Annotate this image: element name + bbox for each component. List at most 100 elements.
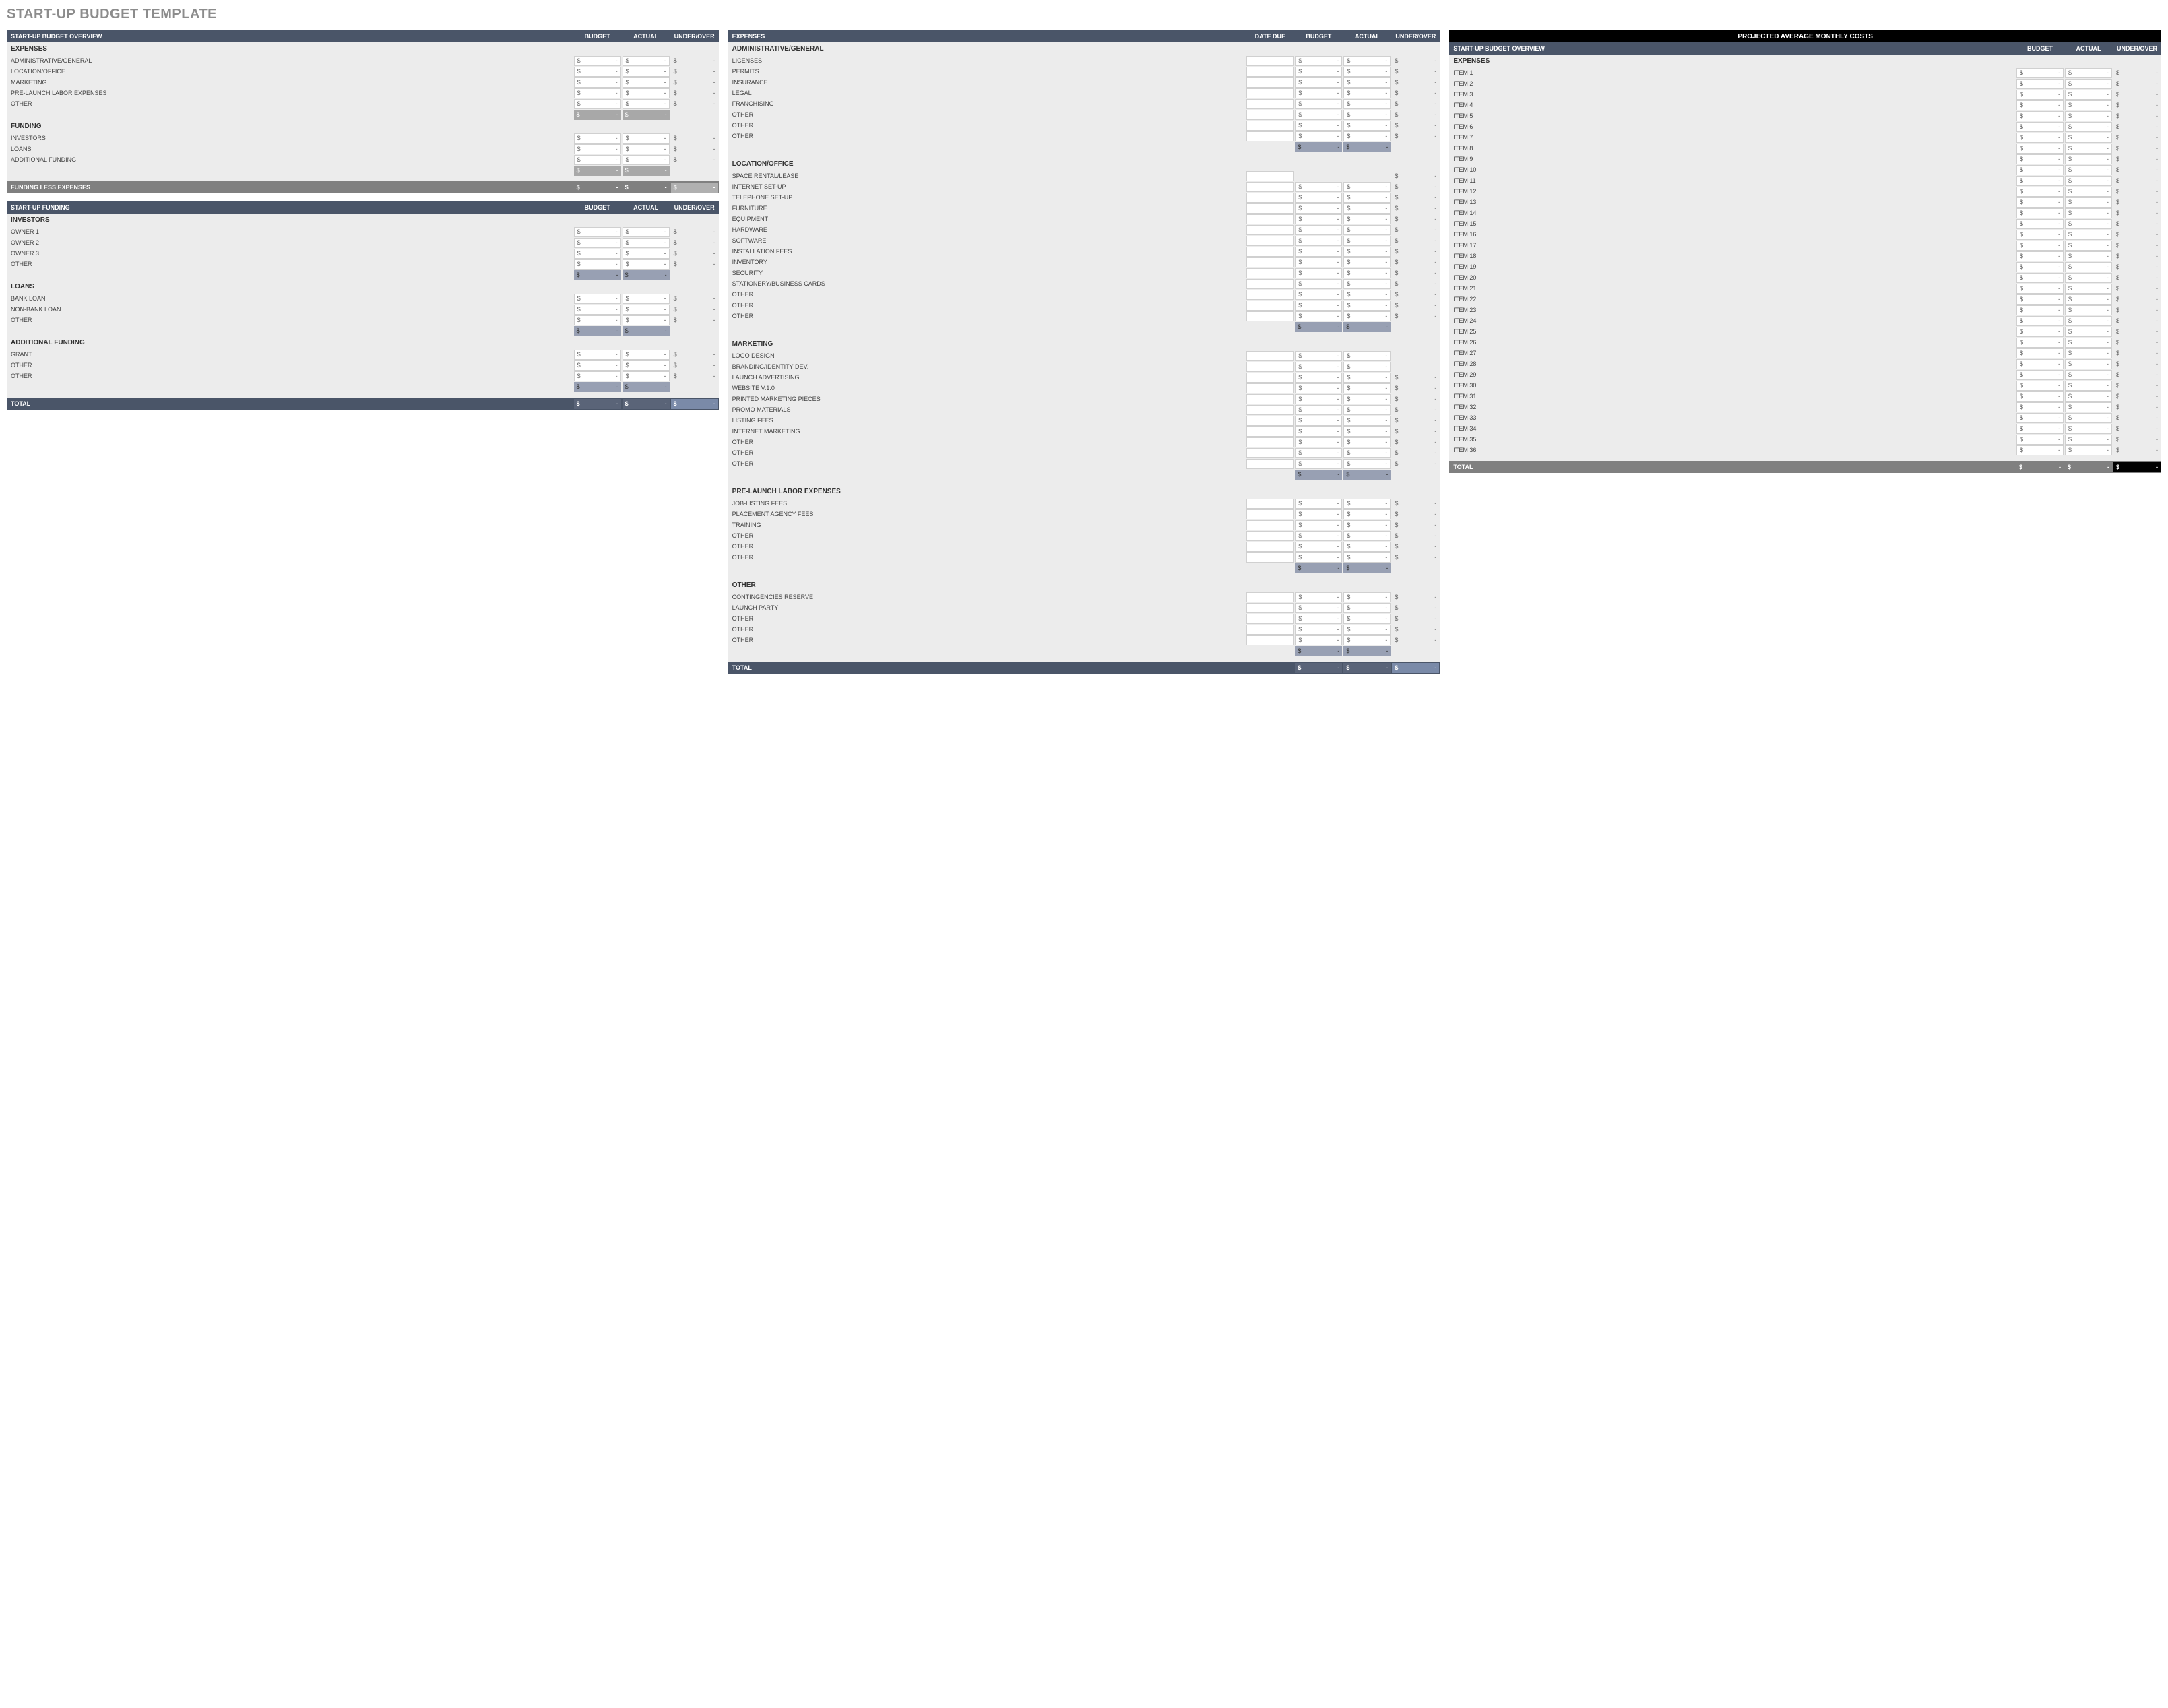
money-cell[interactable]: $- — [2065, 294, 2112, 305]
money-cell[interactable]: $- — [2016, 305, 2064, 315]
money-cell[interactable]: $- — [623, 155, 670, 165]
money-cell[interactable]: $- — [2016, 273, 2064, 283]
money-cell[interactable]: $- — [1295, 203, 1342, 214]
money-cell[interactable]: $- — [1295, 182, 1342, 192]
money-cell[interactable]: $- — [1295, 635, 1342, 645]
money-cell[interactable]: $- — [2065, 424, 2112, 434]
money-cell[interactable]: $- — [1295, 67, 1342, 77]
money-cell[interactable]: $- — [2016, 424, 2064, 434]
money-cell[interactable]: $- — [623, 56, 670, 66]
money-cell[interactable]: $- — [1295, 592, 1342, 602]
money-cell[interactable]: $- — [1343, 394, 1391, 404]
money-cell[interactable]: $- — [1343, 301, 1391, 311]
money-cell[interactable]: $- — [623, 294, 670, 304]
date-input[interactable] — [1246, 121, 1294, 131]
money-cell[interactable]: $- — [1343, 614, 1391, 624]
money-cell[interactable]: $- — [1295, 99, 1342, 109]
money-cell[interactable]: $- — [2016, 154, 2064, 164]
date-input[interactable] — [1246, 552, 1294, 563]
money-cell[interactable]: $- — [574, 155, 621, 165]
money-cell[interactable]: $- — [2065, 241, 2112, 251]
money-cell[interactable]: $- — [1295, 563, 1342, 573]
money-cell[interactable]: $- — [623, 360, 670, 371]
money-cell[interactable]: $- — [2065, 165, 2112, 175]
date-input[interactable] — [1246, 614, 1294, 624]
money-cell[interactable]: $- — [574, 315, 621, 325]
money-cell[interactable]: $- — [2016, 241, 2064, 251]
money-cell[interactable]: $- — [1343, 383, 1391, 393]
money-cell[interactable]: $- — [2065, 90, 2112, 100]
money-cell[interactable]: $- — [623, 238, 670, 248]
money-cell[interactable]: $- — [1295, 531, 1342, 541]
date-input[interactable] — [1246, 426, 1294, 437]
money-cell[interactable]: $- — [574, 88, 621, 98]
money-cell[interactable]: $- — [574, 270, 621, 280]
money-cell[interactable]: $- — [2016, 90, 2064, 100]
money-cell[interactable]: $- — [574, 360, 621, 371]
money-cell[interactable]: $- — [2065, 208, 2112, 218]
money-cell[interactable]: $- — [1343, 121, 1391, 131]
date-input[interactable] — [1246, 193, 1294, 203]
money-cell[interactable]: $- — [2016, 402, 2064, 412]
date-input[interactable] — [1246, 459, 1294, 469]
money-cell[interactable]: $- — [1343, 203, 1391, 214]
money-cell[interactable]: $- — [2065, 154, 2112, 164]
money-cell[interactable]: $- — [623, 67, 670, 77]
money-cell[interactable]: $- — [2065, 100, 2112, 110]
money-cell[interactable]: $- — [1295, 311, 1342, 321]
money-cell[interactable]: $- — [623, 99, 670, 109]
money-cell[interactable]: $- — [1295, 56, 1342, 66]
money-cell[interactable]: $- — [2065, 391, 2112, 402]
money-cell[interactable]: $- — [2016, 208, 2064, 218]
money-cell[interactable]: $- — [1295, 236, 1342, 246]
money-cell[interactable]: $- — [623, 371, 670, 381]
money-cell[interactable]: $- — [1295, 405, 1342, 415]
money-cell[interactable]: $- — [2016, 316, 2064, 326]
money-cell[interactable]: $- — [2065, 370, 2112, 380]
money-cell[interactable]: $- — [1295, 448, 1342, 458]
money-cell[interactable]: $- — [2016, 359, 2064, 369]
money-cell[interactable]: $- — [1295, 301, 1342, 311]
money-cell[interactable]: $- — [1343, 520, 1391, 530]
money-cell[interactable]: $- — [1295, 552, 1342, 563]
date-input[interactable] — [1246, 88, 1294, 98]
money-cell[interactable]: $- — [623, 77, 670, 88]
money-cell[interactable]: $- — [1343, 592, 1391, 602]
date-input[interactable] — [1246, 592, 1294, 602]
money-cell[interactable]: $- — [1295, 499, 1342, 509]
money-cell[interactable]: $- — [2065, 359, 2112, 369]
money-cell[interactable]: $- — [1343, 459, 1391, 469]
money-cell[interactable]: $- — [2016, 262, 2064, 272]
money-cell[interactable]: $- — [574, 326, 621, 336]
money-cell[interactable]: $- — [2065, 435, 2112, 445]
date-input[interactable] — [1246, 531, 1294, 541]
money-cell[interactable]: $- — [1295, 542, 1342, 552]
money-cell[interactable]: $- — [1295, 646, 1342, 656]
money-cell[interactable]: $- — [574, 305, 621, 315]
money-cell[interactable]: $- — [1343, 236, 1391, 246]
money-cell[interactable]: $- — [1295, 625, 1342, 635]
money-cell[interactable]: $- — [1295, 279, 1342, 289]
money-cell[interactable]: $- — [1343, 182, 1391, 192]
money-cell[interactable]: $- — [1343, 311, 1391, 321]
money-cell[interactable]: $- — [623, 315, 670, 325]
money-cell[interactable]: $- — [1295, 470, 1342, 480]
date-input[interactable] — [1246, 77, 1294, 88]
money-cell[interactable]: $- — [2016, 391, 2064, 402]
money-cell[interactable]: $- — [623, 249, 670, 259]
money-cell[interactable]: $- — [1295, 193, 1342, 203]
money-cell[interactable]: $- — [1295, 351, 1342, 361]
money-cell[interactable]: $- — [1295, 131, 1342, 141]
date-input[interactable] — [1246, 214, 1294, 224]
date-input[interactable] — [1246, 182, 1294, 192]
money-cell[interactable]: $- — [1295, 290, 1342, 300]
money-cell[interactable]: $- — [574, 294, 621, 304]
date-input[interactable] — [1246, 203, 1294, 214]
money-cell[interactable]: $- — [574, 77, 621, 88]
money-cell[interactable]: $- — [1343, 214, 1391, 224]
money-cell[interactable]: $- — [1343, 77, 1391, 88]
money-cell[interactable]: $- — [1295, 268, 1342, 278]
money-cell[interactable]: $- — [1343, 509, 1391, 519]
money-cell[interactable]: $- — [2065, 187, 2112, 197]
money-cell[interactable]: $- — [1295, 142, 1342, 152]
